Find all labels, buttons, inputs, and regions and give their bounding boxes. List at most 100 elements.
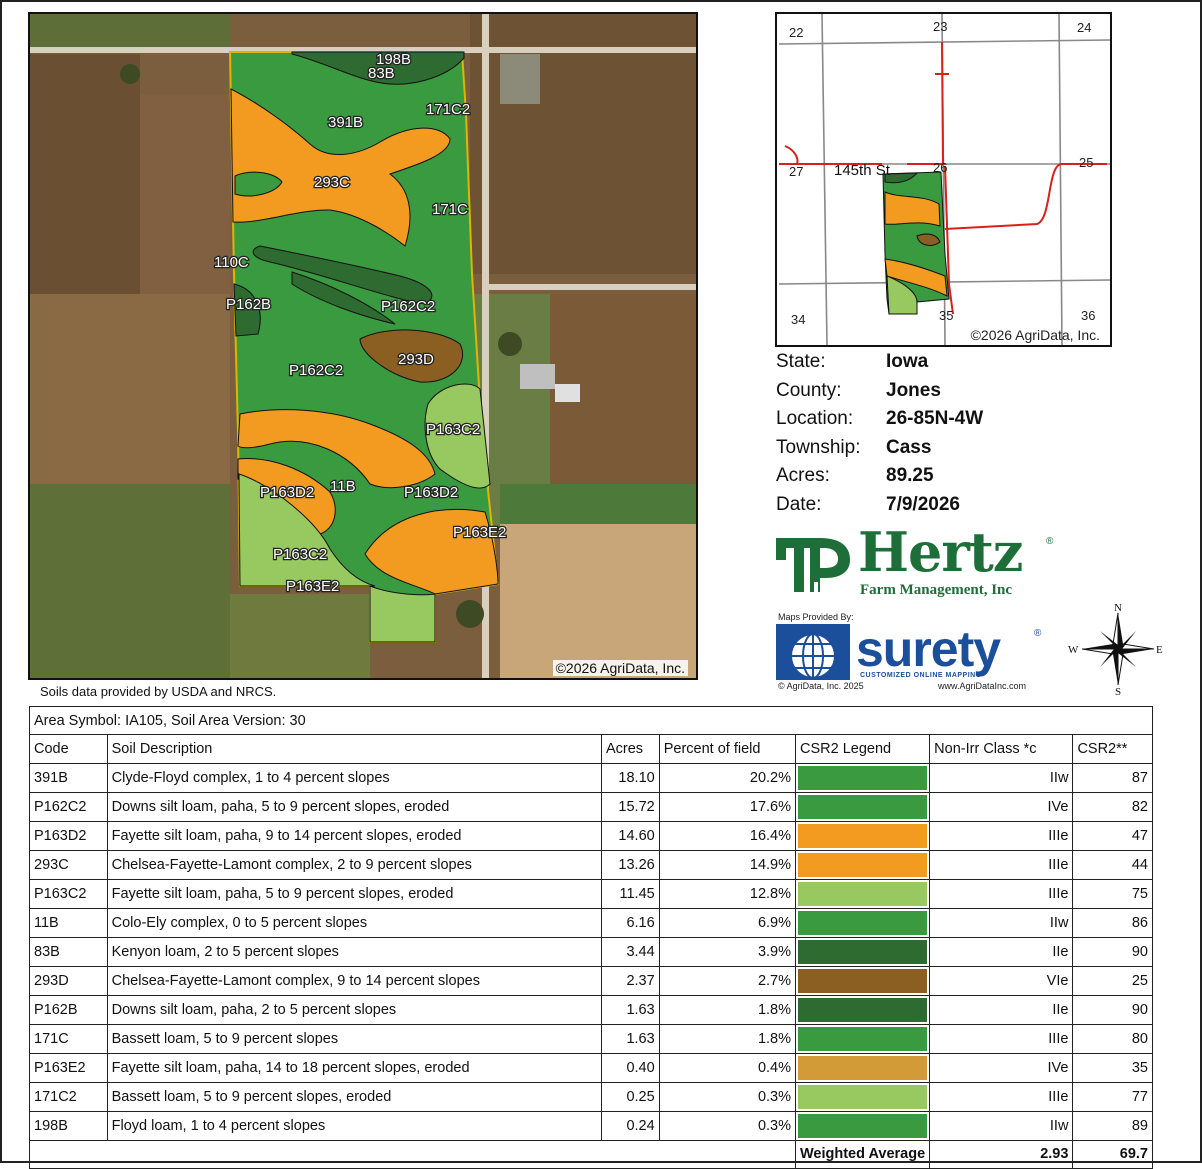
csr2-value: 75 xyxy=(1072,878,1153,909)
info-row-acres: Acres: 89.25 xyxy=(776,462,1106,491)
csr2-legend-swatch xyxy=(798,968,928,993)
csr2-legend-swatch xyxy=(798,939,928,964)
table-row: 171C2 Bassett loam, 5 to 9 percent slopes… xyxy=(29,1081,1153,1112)
csr2-legend xyxy=(794,878,931,909)
soil-description: Bassett loam, 5 to 9 percent slopes, ero… xyxy=(106,1081,602,1112)
maps-provided-by: Maps Provided By: xyxy=(778,612,854,622)
soil-label: 83B xyxy=(368,65,395,82)
soil-percent: 0.3% xyxy=(658,1110,797,1141)
soil-percent: 14.9% xyxy=(658,849,797,880)
hertz-subtitle: Farm Management, Inc xyxy=(860,582,1013,598)
info-label: Township: xyxy=(776,436,861,458)
csr2-legend xyxy=(794,791,931,822)
surety-tagline: CUSTOMIZED ONLINE MAPPING xyxy=(860,672,982,679)
soil-percent: 2.7% xyxy=(658,965,797,996)
csr2-legend-swatch xyxy=(798,1026,928,1051)
locator-map-graphic: 22 23 24 27 26 25 34 35 36 145th St xyxy=(778,14,1110,345)
info-row-location: Location: 26-85N-4W xyxy=(776,405,1106,434)
soil-description: Chelsea-Fayette-Lamont complex, 9 to 14 … xyxy=(106,965,602,996)
soil-acres: 0.25 xyxy=(600,1081,660,1112)
csr2-legend xyxy=(794,907,931,938)
soil-code: P162B xyxy=(29,994,108,1025)
info-row-date: Date: 7/9/2026 xyxy=(776,491,1106,520)
csr2-value: 89 xyxy=(1072,1110,1153,1141)
soil-code: P162C2 xyxy=(29,791,108,822)
info-value: Iowa xyxy=(886,351,929,372)
header-percent: Percent of field xyxy=(658,734,797,764)
csr2-legend-swatch xyxy=(798,823,928,848)
soil-table: Area Symbol: IA105, Soil Area Version: 3… xyxy=(29,705,1153,1169)
soil-label: 171C xyxy=(432,201,468,218)
soil-acres: 14.60 xyxy=(600,820,660,851)
table-row: 171C Bassett loam, 5 to 9 percent slopes 1… xyxy=(29,1023,1153,1054)
soil-percent: 0.4% xyxy=(658,1052,797,1083)
soil-code: 293D xyxy=(29,965,108,996)
soil-percent: 12.8% xyxy=(658,878,797,909)
soil-label: 171C2 xyxy=(426,101,470,118)
soil-label: P163C2 xyxy=(426,421,480,438)
info-label: Acres: xyxy=(776,465,830,486)
soil-label: P163E2 xyxy=(286,578,339,595)
table-row: P163D2 Fayette silt loam, paha, 9 to 14 p… xyxy=(29,820,1153,851)
table-row: P163E2 Fayette silt loam, paha, 14 to 18 … xyxy=(29,1052,1153,1083)
weighted-average-row: Weighted Average 2.93 69.7 xyxy=(29,1139,1153,1169)
info-label: Location: xyxy=(776,408,854,429)
soil-acres: 6.16 xyxy=(600,907,660,938)
table-row: P163C2 Fayette silt loam, paha, 5 to 9 pe… xyxy=(29,878,1153,909)
non-irr-class: IIw xyxy=(929,907,1074,938)
compass-rose-icon: N S E W xyxy=(1066,600,1170,698)
non-irr-class: IIIe xyxy=(929,878,1074,909)
soil-acres: 1.63 xyxy=(600,1023,660,1054)
compass-east: E xyxy=(1156,644,1163,656)
csr2-value: 44 xyxy=(1072,849,1153,880)
non-irr-class: IIe xyxy=(929,936,1074,967)
csr2-legend xyxy=(794,820,931,851)
surety-registered: ® xyxy=(1034,628,1042,639)
info-label: State: xyxy=(776,351,826,372)
section-number: 22 xyxy=(789,25,803,40)
csr2-value: 86 xyxy=(1072,907,1153,938)
non-irr-class: IIIe xyxy=(929,1023,1074,1054)
table-row: 293C Chelsea-Fayette-Lamont complex, 2 to… xyxy=(29,849,1153,880)
soil-percent: 0.3% xyxy=(658,1081,797,1112)
non-irr-class: IIIe xyxy=(929,820,1074,851)
aerial-soil-map[interactable]: 198B 83B 171C2 391B 293C 171C 110C P162B… xyxy=(28,12,698,680)
soil-acres: 18.10 xyxy=(600,762,660,793)
header-code: Code xyxy=(29,734,108,764)
non-irr-class: IIw xyxy=(929,1110,1074,1141)
soil-label: 293C xyxy=(314,174,350,191)
section-number: 34 xyxy=(791,312,805,327)
compass-west: W xyxy=(1068,644,1079,656)
info-value: Jones xyxy=(886,379,941,401)
table-row: P162B Downs silt loam, paha, 2 to 5 perce… xyxy=(29,994,1153,1025)
table-row: 11B Colo-Ely complex, 0 to 5 percent slop… xyxy=(29,907,1153,938)
soil-description: Clyde-Floyd complex, 1 to 4 percent slop… xyxy=(106,762,602,793)
surety-globe-icon xyxy=(776,624,850,680)
compass-north: N xyxy=(1114,602,1122,614)
csr2-legend-swatch xyxy=(798,765,928,790)
soil-label: 11B xyxy=(330,478,356,495)
soil-description: Fayette silt loam, paha, 9 to 14 percent… xyxy=(106,820,602,851)
soil-description: Chelsea-Fayette-Lamont complex, 2 to 9 p… xyxy=(106,849,602,880)
soil-acres: 15.72 xyxy=(600,791,660,822)
locator-map[interactable]: 22 23 24 27 26 25 34 35 36 145th St ©202… xyxy=(775,12,1112,347)
hertz-logo: Hertz ® Farm Management, Inc xyxy=(774,520,1064,602)
csr2-value: 90 xyxy=(1072,994,1153,1025)
table-row: 293D Chelsea-Fayette-Lamont complex, 9 to… xyxy=(29,965,1153,996)
header-csr2: CSR2** xyxy=(1072,734,1153,764)
csr2-value: 25 xyxy=(1072,965,1153,996)
blank-cell xyxy=(29,1139,108,1169)
blank-cell xyxy=(601,1139,660,1169)
non-irr-class: IIIe xyxy=(929,849,1074,880)
soil-label: P163D2 xyxy=(404,484,458,501)
source-note: Soils data provided by USDA and NRCS. xyxy=(40,684,277,699)
soil-acres: 13.26 xyxy=(600,849,660,880)
csr2-legend-swatch xyxy=(798,794,928,819)
soil-label: P162C2 xyxy=(289,362,343,379)
hertz-emblem-icon xyxy=(776,538,850,592)
csr2-value: 87 xyxy=(1072,762,1153,793)
soil-code: 171C2 xyxy=(29,1081,108,1112)
csr2-legend-swatch xyxy=(798,852,928,877)
soil-code: 198B xyxy=(29,1110,108,1141)
csr2-legend-swatch xyxy=(798,1055,928,1080)
